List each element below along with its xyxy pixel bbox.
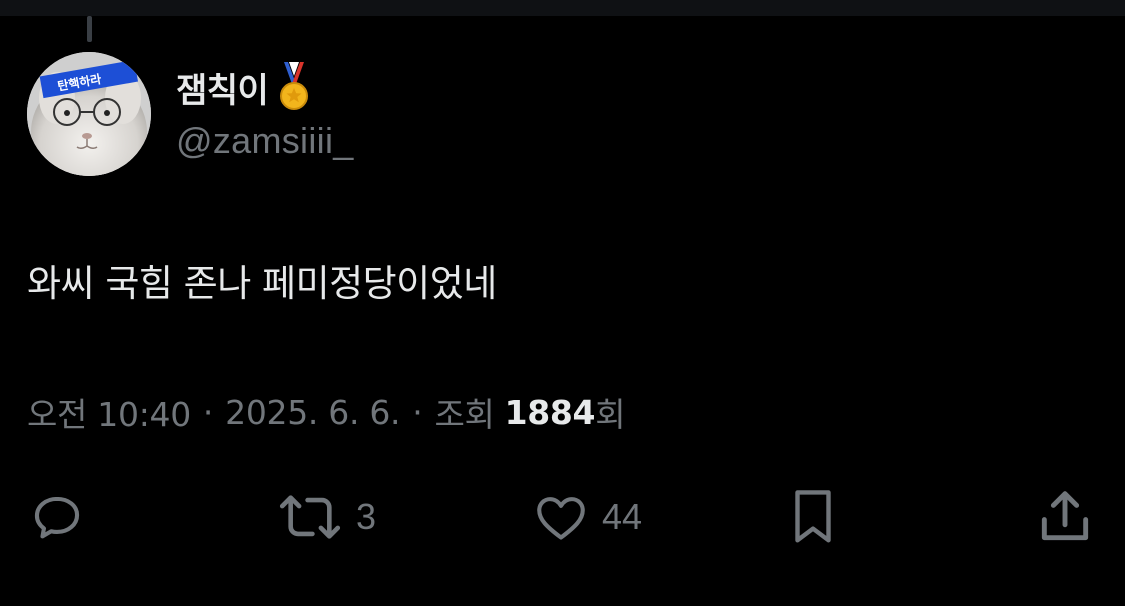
thread-connector-line bbox=[87, 16, 92, 42]
like-count: 44 bbox=[602, 496, 643, 537]
like-button[interactable]: 44 bbox=[532, 482, 642, 552]
views-label: 조회 bbox=[434, 395, 495, 434]
share-button[interactable] bbox=[1036, 482, 1094, 552]
retweet-count: 3 bbox=[356, 496, 377, 537]
views-count: 1884 bbox=[504, 392, 596, 432]
reply-button[interactable] bbox=[28, 482, 86, 552]
meta-separator: · bbox=[412, 392, 423, 432]
heart-icon bbox=[537, 497, 585, 540]
author-display-name[interactable]: 잼칙이 bbox=[176, 63, 269, 112]
views-suffix: 회 bbox=[595, 395, 626, 434]
tweet-date[interactable]: 2025. 6. 6. bbox=[225, 393, 400, 432]
meta-separator: · bbox=[202, 392, 214, 432]
medal-icon bbox=[278, 62, 310, 112]
tweet-text: 와씨 국힘 존나 페미정당이었네 bbox=[27, 262, 497, 305]
top-divider-strip bbox=[0, 0, 1125, 16]
bookmark-button[interactable] bbox=[786, 482, 840, 552]
bookmark-icon bbox=[795, 490, 831, 543]
share-icon bbox=[1041, 491, 1089, 541]
retweet-icon bbox=[279, 495, 341, 539]
tweet-time[interactable]: 오전 10:40 bbox=[27, 388, 191, 436]
avatar[interactable]: 탄핵하라 bbox=[27, 52, 151, 176]
retweet-button[interactable]: 3 bbox=[276, 482, 376, 552]
author-handle[interactable]: @zamsiiii_ bbox=[176, 120, 354, 162]
action-bar: 3 44 bbox=[0, 482, 1125, 552]
tweet-meta: 오전 10:40 · 2025. 6. 6. · 조회 1884 회 bbox=[27, 388, 626, 436]
avatar-image: 탄핵하라 bbox=[27, 52, 151, 176]
author-name-row[interactable]: 잼칙이 bbox=[176, 62, 310, 112]
reply-icon bbox=[34, 496, 80, 539]
